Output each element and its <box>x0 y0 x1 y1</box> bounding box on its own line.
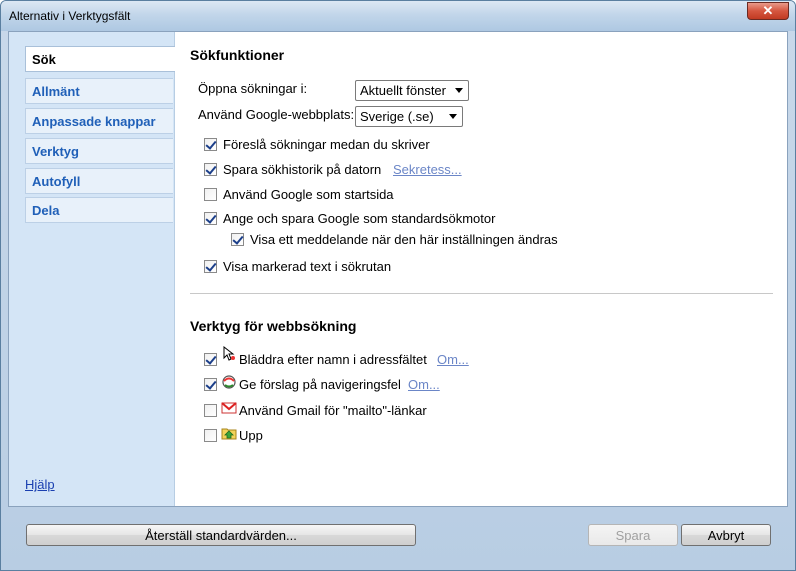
default-engine-label: Ange och spara Google som standardsökmot… <box>223 211 496 226</box>
browse-by-name-checkbox[interactable] <box>204 353 217 366</box>
section-divider <box>190 293 773 294</box>
main-panel: Sökfunktioner Öppna sökningar i: Aktuell… <box>174 32 787 506</box>
window-title: Alternativ i Verktygsfält <box>9 9 131 23</box>
notify-change-checkbox[interactable] <box>231 233 244 246</box>
up-label: Upp <box>239 428 263 443</box>
suggest-searches-label: Föreslå sökningar medan du skriver <box>223 137 430 152</box>
navigation-error-icon <box>222 375 236 389</box>
up-checkbox[interactable] <box>204 429 217 442</box>
title-bar: Alternativ i Verktygsfält ✕ <box>1 1 795 31</box>
gmail-icon <box>221 402 237 414</box>
search-section-title: Sökfunktioner <box>190 47 285 63</box>
client-area: Sök Allmänt Anpassade knappar Verktyg Au… <box>8 31 788 507</box>
up-folder-icon <box>221 428 237 440</box>
tab-anpassade-knappar[interactable]: Anpassade knappar <box>25 108 173 134</box>
selected-text-checkbox[interactable] <box>204 260 217 273</box>
navigation-error-checkbox[interactable] <box>204 378 217 391</box>
selected-text-label: Visa markerad text i sökrutan <box>223 259 392 274</box>
tab-sok[interactable]: Sök <box>25 46 175 72</box>
google-site-select[interactable]: Sverige (.se) <box>355 106 463 127</box>
privacy-link[interactable]: Sekretess... <box>393 162 462 177</box>
suggest-searches-checkbox[interactable] <box>204 138 217 151</box>
tab-allmant[interactable]: Allmänt <box>25 78 173 104</box>
homepage-label: Använd Google som startsida <box>223 187 394 202</box>
save-button[interactable]: Spara <box>588 524 678 546</box>
save-history-label: Spara sökhistorik på datorn <box>223 162 382 177</box>
browse-by-name-about-link[interactable]: Om... <box>437 352 469 367</box>
tools-section-title: Verktyg för webbsökning <box>190 318 357 334</box>
notify-change-label: Visa ett meddelande när den här inställn… <box>250 232 558 247</box>
dialog-window: Alternativ i Verktygsfält ✕ Sök Allmänt … <box>0 0 796 571</box>
close-icon: ✕ <box>762 3 774 18</box>
navigation-error-about-link[interactable]: Om... <box>408 377 440 392</box>
gmail-mailto-label: Använd Gmail för "mailto"-länkar <box>239 403 427 418</box>
default-engine-checkbox[interactable] <box>204 212 217 225</box>
tab-verktyg[interactable]: Verktyg <box>25 138 173 164</box>
browse-by-name-label: Bläddra efter namn i adressfältet <box>239 352 427 367</box>
tab-autofyll[interactable]: Autofyll <box>25 168 173 194</box>
chevron-down-icon <box>449 114 457 119</box>
open-searches-label: Öppna sökningar i: <box>198 81 308 96</box>
chevron-down-icon <box>455 88 463 93</box>
sidebar: Sök Allmänt Anpassade knappar Verktyg Au… <box>9 32 175 506</box>
gmail-mailto-checkbox[interactable] <box>204 404 217 417</box>
open-searches-select[interactable]: Aktuellt fönster <box>355 80 469 101</box>
open-searches-value: Aktuellt fönster <box>360 83 446 98</box>
google-site-value: Sverige (.se) <box>360 109 434 124</box>
browse-by-name-icon <box>223 346 235 361</box>
google-site-label: Använd Google-webbplats: <box>198 107 355 122</box>
help-link[interactable]: Hjälp <box>25 477 55 492</box>
navigation-error-label: Ge förslag på navigeringsfel <box>239 377 401 392</box>
reset-defaults-button[interactable]: Återställ standardvärden... <box>26 524 416 546</box>
save-history-checkbox[interactable] <box>204 163 217 176</box>
tab-dela[interactable]: Dela <box>25 197 173 223</box>
close-button[interactable]: ✕ <box>747 2 789 20</box>
cancel-button[interactable]: Avbryt <box>681 524 771 546</box>
homepage-checkbox[interactable] <box>204 188 217 201</box>
